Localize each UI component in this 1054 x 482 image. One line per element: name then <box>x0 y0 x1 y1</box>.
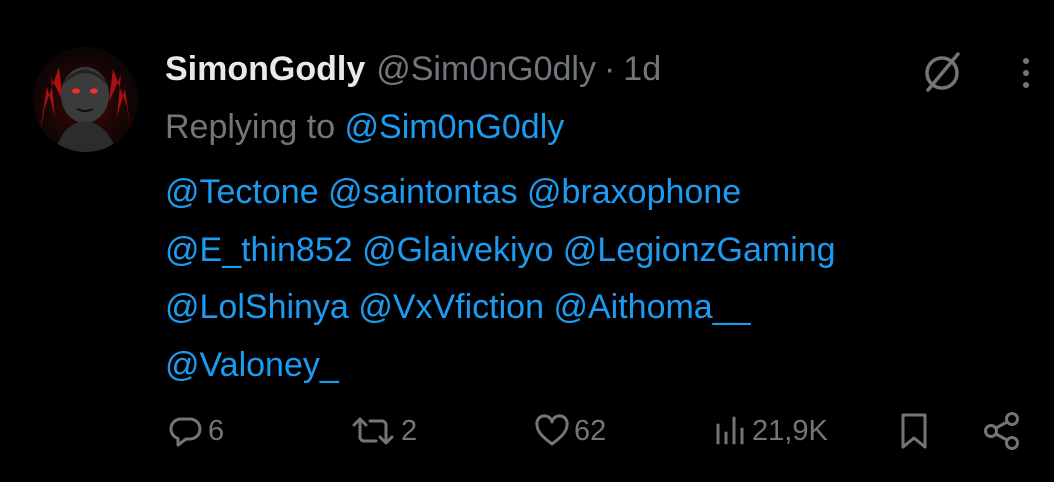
replying-to-label: Replying to <box>165 108 345 146</box>
avatar-image <box>33 47 138 152</box>
mention-link[interactable]: @LolShinya <box>165 288 349 326</box>
author-display-name[interactable]: SimonGodly <box>165 46 365 92</box>
bookmark-button[interactable] <box>896 407 932 455</box>
retweet-count: 2 <box>401 414 418 447</box>
reply-button[interactable]: 6 <box>168 407 224 455</box>
views-button[interactable]: 21,9K <box>712 407 828 455</box>
mention-link[interactable]: @LegionzGaming <box>563 231 836 269</box>
replying-to: Replying to @Sim0nG0dly <box>165 104 564 150</box>
separator-dot: · <box>603 50 616 88</box>
reply-count: 6 <box>208 414 225 447</box>
mention-link[interactable]: @Valoney_ <box>165 346 339 384</box>
mention-link[interactable]: @Aithoma__ <box>553 288 750 326</box>
retweet-button[interactable]: 2 <box>349 407 417 455</box>
reply-icon <box>169 417 202 447</box>
author-handle[interactable]: @Sim0nG0dly <box>376 46 596 92</box>
share-button[interactable] <box>980 407 1024 455</box>
mention-link[interactable]: @saintontas <box>328 173 518 211</box>
like-button[interactable]: 62 <box>534 407 606 455</box>
tweet-text-line: @E_thin852 @Glaivekiyo @LegionzGaming <box>165 222 1025 280</box>
mention-link[interactable]: @Tectone <box>165 173 319 211</box>
tweet-text-line: @LolShinya @VxVfiction @Aithoma__ <box>165 279 1025 337</box>
tweet-text: @Tectone @saintontas @braxophone @E_thin… <box>165 164 1025 394</box>
avatar[interactable] <box>33 47 138 152</box>
replying-to-mention[interactable]: @Sim0nG0dly <box>345 108 565 146</box>
mention-link[interactable]: @E_thin852 <box>165 231 353 269</box>
heart-icon <box>535 414 569 446</box>
share-icon <box>984 412 1019 450</box>
mention-link[interactable]: @VxVfiction <box>358 288 544 326</box>
bookmark-icon <box>901 413 927 449</box>
tweet: SimonGodly @Sim0nG0dly · 1d Replying to … <box>0 0 1054 482</box>
like-count: 62 <box>574 414 607 447</box>
more-options-icon[interactable] <box>1012 54 1040 92</box>
views-icon <box>716 416 744 445</box>
mention-link[interactable]: @Glaivekiyo <box>362 231 553 269</box>
retweet-icon <box>352 417 394 445</box>
mention-link[interactable]: @braxophone <box>527 173 741 211</box>
tweet-timestamp[interactable]: 1d <box>623 46 661 92</box>
tweet-text-line: @Tectone @saintontas @braxophone <box>165 164 1025 222</box>
tweet-header: SimonGodly @Sim0nG0dly · 1d <box>165 46 661 92</box>
tweet-text-line: @Valoney_ <box>165 337 1025 395</box>
view-count: 21,9K <box>752 414 828 447</box>
grok-icon[interactable] <box>918 48 966 96</box>
